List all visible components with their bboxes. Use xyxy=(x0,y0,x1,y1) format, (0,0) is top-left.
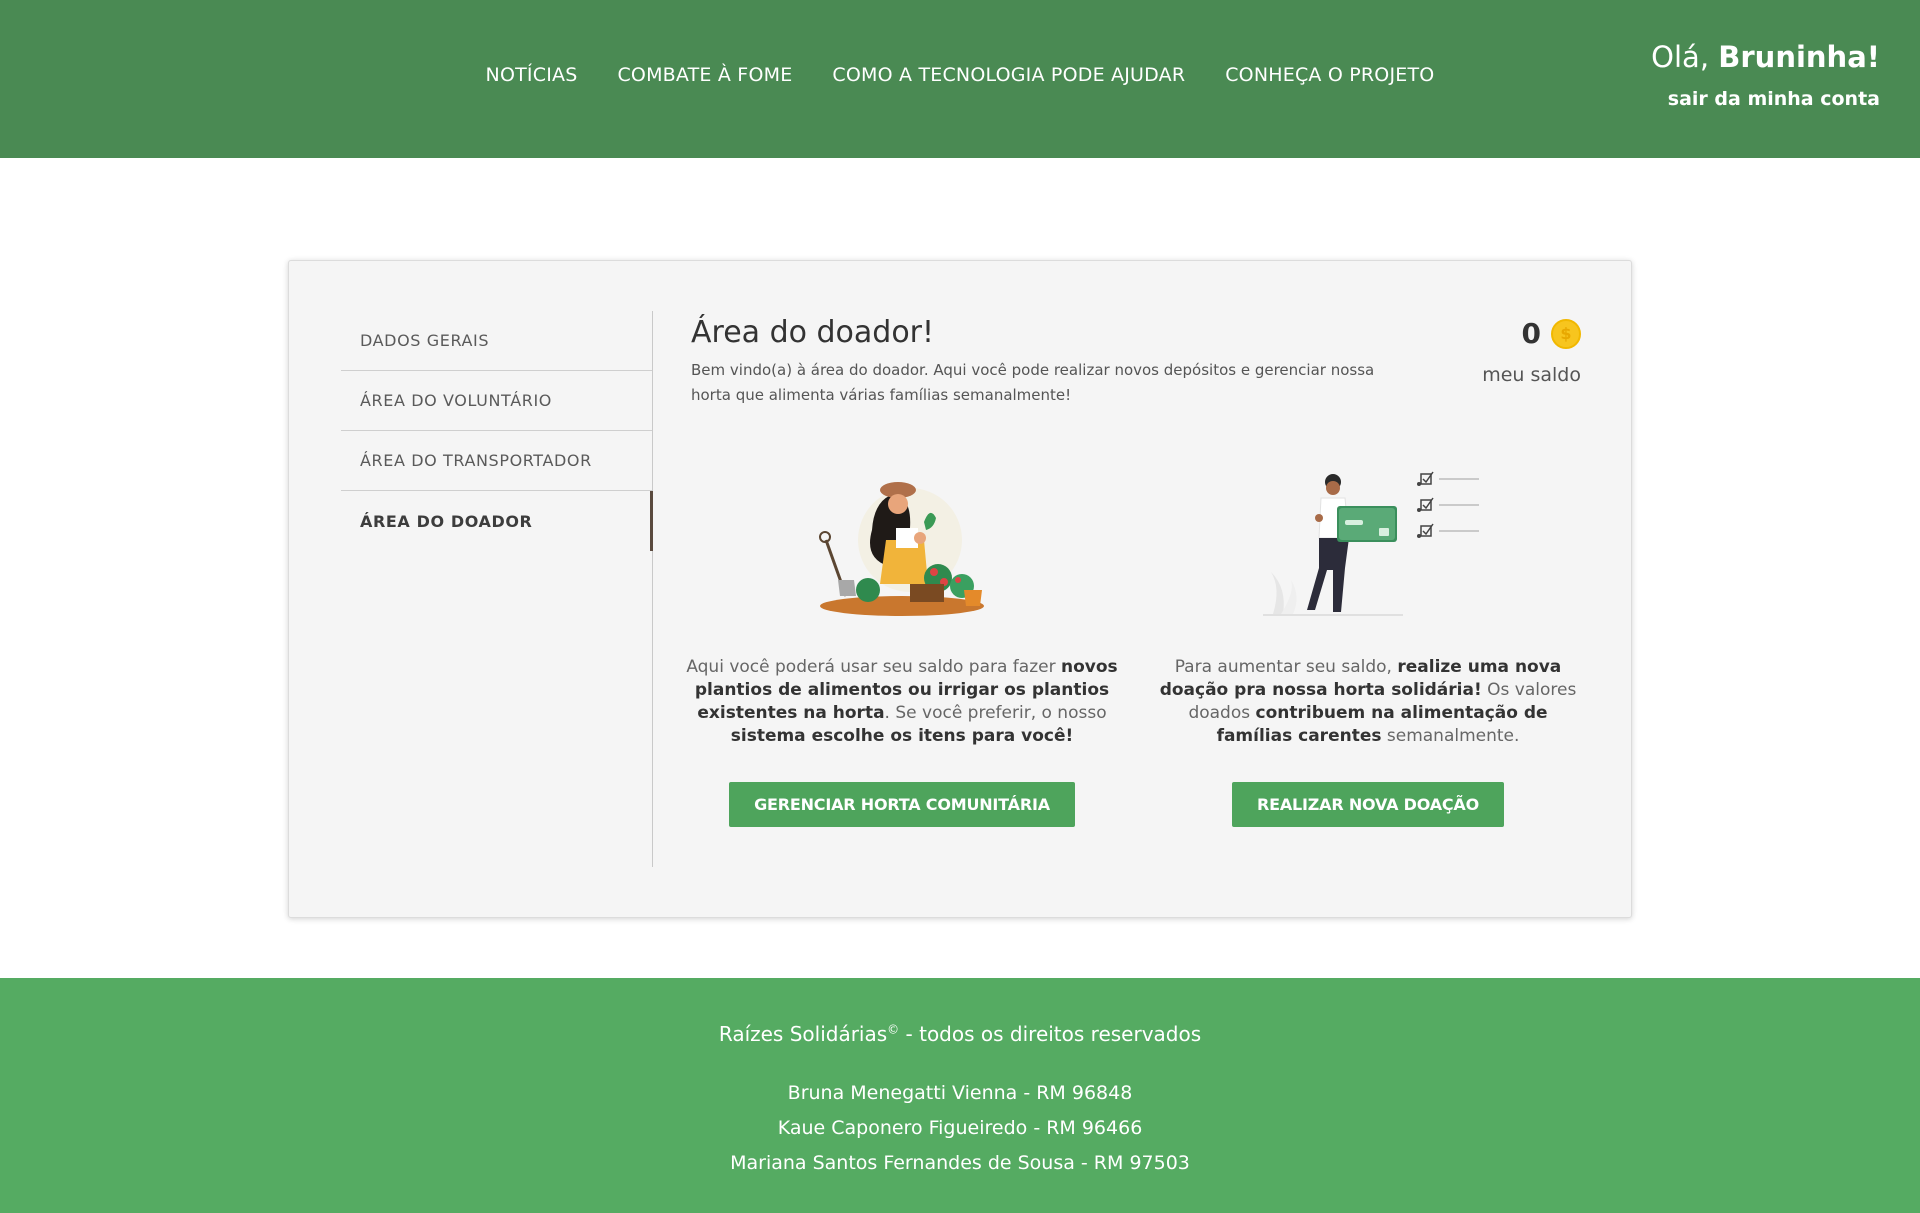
greeting-prefix: Olá, xyxy=(1651,40,1710,74)
manage-garden-text-part: . Se você preferir, o nosso xyxy=(884,703,1107,723)
new-donation-text: Para aumentar seu saldo, realize uma nov… xyxy=(1148,656,1588,748)
gardener-illustration-icon xyxy=(819,482,984,616)
nav-tecnologia[interactable]: COMO A TECNOLOGIA PODE AJUDAR xyxy=(832,64,1185,86)
logout-link[interactable]: sair da minha conta xyxy=(1651,88,1880,110)
sidebar-item-dados-gerais[interactable]: DADOS GERAIS xyxy=(341,311,652,371)
user-greeting: Olá, Bruninha! sair da minha conta xyxy=(1651,40,1880,110)
authors-list: Bruna Menegatti Vienna - RM 96848 Kaue C… xyxy=(0,1076,1920,1181)
main-nav: NOTÍCIAS COMBATE À FOME COMO A TECNOLOGI… xyxy=(0,64,1920,86)
copyright-symbol: © xyxy=(887,1022,900,1037)
donation-card-illustration-icon xyxy=(1263,471,1479,616)
sidebar-item-area-transportador[interactable]: ÁREA DO TRANSPORTADOR xyxy=(341,431,652,491)
manage-garden-text-part: Aqui você poderá usar seu saldo para faz… xyxy=(686,657,1061,677)
nav-noticias[interactable]: NOTÍCIAS xyxy=(486,64,578,86)
footer-brand: Raízes Solidárias xyxy=(718,1022,888,1046)
balance-widget: 0 $ meu saldo xyxy=(1441,317,1581,386)
coin-icon: $ xyxy=(1551,318,1581,349)
author-item: Kaue Caponero Figueiredo - RM 96466 xyxy=(777,1117,1143,1139)
author-item: Bruna Menegatti Vienna - RM 96848 xyxy=(787,1082,1133,1104)
manage-garden-button[interactable]: GERENCIAR HORTA COMUNITÁRIA xyxy=(729,782,1075,827)
author-item: Mariana Santos Fernandes de Sousa - RM 9… xyxy=(730,1152,1190,1174)
copyright-line: Raízes Solidárias© - todos os direitos r… xyxy=(0,1022,1920,1046)
new-donation-text-part: semanalmente. xyxy=(1381,726,1520,746)
balance-row: 0 $ xyxy=(1441,317,1581,350)
new-donation-column: Para aumentar seu saldo, realize uma nov… xyxy=(1148,468,1588,827)
new-donation-button[interactable]: REALIZAR NOVA DOAÇÃO xyxy=(1231,782,1505,827)
manage-garden-text-bold: sistema escolhe os itens para você! xyxy=(730,726,1074,746)
site-header: NOTÍCIAS COMBATE À FOME COMO A TECNOLOGI… xyxy=(0,0,1920,158)
sidebar-item-area-voluntario[interactable]: ÁREA DO VOLUNTÁRIO xyxy=(341,371,652,431)
new-donation-text-part: Para aumentar seu saldo, xyxy=(1174,657,1398,677)
sidebar-item-area-doador[interactable]: ÁREA DO DOADOR xyxy=(341,491,653,551)
manage-garden-text: Aqui você poderá usar seu saldo para faz… xyxy=(682,656,1122,748)
nav-combate-a-fome[interactable]: COMBATE À FOME xyxy=(617,64,792,86)
balance-label: meu saldo xyxy=(1482,364,1581,386)
page-subtitle: Bem vindo(a) à área do doador. Aqui você… xyxy=(691,361,1375,404)
nav-conheca-o-projeto[interactable]: CONHEÇA O PROJETO xyxy=(1225,64,1434,86)
footer-rights: - todos os direitos reservados xyxy=(899,1022,1202,1046)
balance-value: 0 xyxy=(1521,317,1541,350)
manage-garden-column: Aqui você poderá usar seu saldo para faz… xyxy=(682,468,1122,827)
site-footer: Raízes Solidárias© - todos os direitos r… xyxy=(0,978,1920,1213)
sidebar-menu: DADOS GERAIS ÁREA DO VOLUNTÁRIO ÁREA DO … xyxy=(341,311,653,867)
greeting-text: Olá, Bruninha! xyxy=(1651,40,1880,74)
user-name: Bruninha! xyxy=(1718,40,1880,74)
